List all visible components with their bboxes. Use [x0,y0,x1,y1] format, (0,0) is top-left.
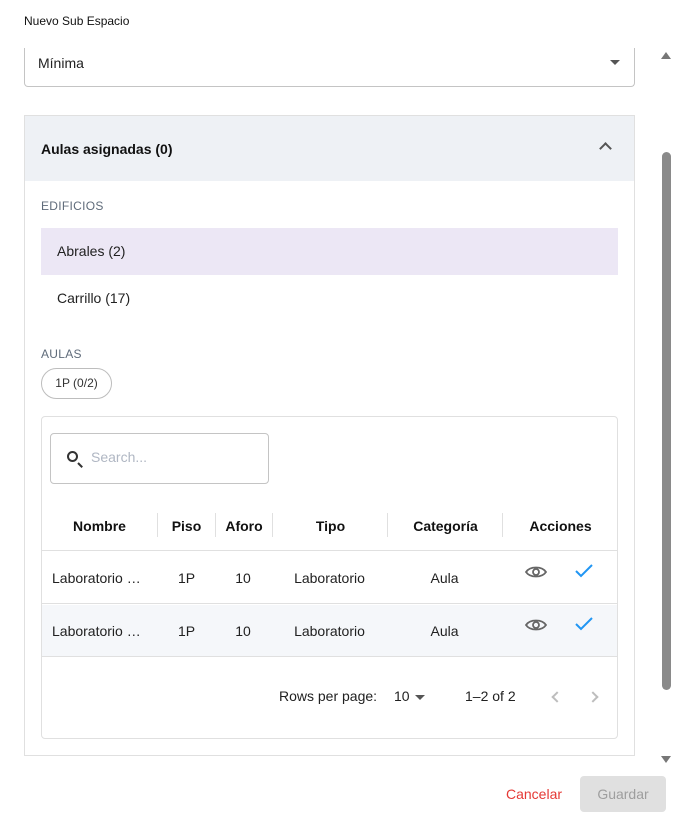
dialog-actions: Cancelar Guardar [0,768,676,816]
floor-chip[interactable]: 1P (0/2) [41,368,112,399]
scroll-up-arrow-icon[interactable] [661,52,671,59]
cancel-button[interactable]: Cancelar [498,776,570,812]
check-icon[interactable] [574,616,594,632]
accordion-header[interactable]: Aulas asignadas (0) [25,116,634,181]
caret-down-icon[interactable] [415,695,425,700]
column-header-aforo[interactable]: Aforo [216,501,272,551]
cell-nombre: Laboratorio … [52,623,141,639]
eye-icon[interactable] [525,618,547,632]
building-item-carrillo[interactable]: Carrillo (17) [41,275,618,322]
table-row[interactable]: Laboratorio … 1P 10 Laboratorio Aula [42,605,617,657]
cell-categoria: Aula [430,623,459,639]
chevron-up-icon[interactable] [599,142,612,155]
check-icon[interactable] [574,563,594,579]
aulas-table: Nombre Piso Aforo Tipo Categoría Accione… [41,416,618,739]
column-header-tipo[interactable]: Tipo [273,501,388,551]
cell-aforo: 10 [235,623,251,639]
column-header-acciones: Acciones [529,518,592,534]
cell-piso: 1P [177,570,196,586]
pagination: Rows per page: 10 1–2 of 2 [42,667,617,727]
cell-categoria: Aula [430,570,459,586]
aulas-label: AULAS [41,347,82,361]
scroll-down-arrow-icon[interactable] [661,756,671,763]
aulas-accordion: Aulas asignadas (0) EDIFICIOS Abrales (2… [24,115,635,756]
level-select-value: Mínima [38,55,84,71]
cell-piso: 1P [177,623,196,639]
cell-tipo: Laboratorio [294,623,365,639]
accordion-title: Aulas asignadas (0) [41,141,173,157]
rows-per-page-label: Rows per page: [279,688,378,704]
search-input[interactable] [91,449,251,465]
dialog-content: Mínima Aulas asignadas (0) EDIFICIOS Abr… [0,48,660,768]
column-header-categoria[interactable]: Categoría [388,501,503,551]
buildings-label: EDIFICIOS [41,199,104,213]
column-header-piso[interactable]: Piso [158,501,215,551]
level-select[interactable]: Mínima [24,48,635,87]
search-icon [67,451,78,462]
chevron-left-icon[interactable] [551,691,563,703]
page-range: 1–2 of 2 [465,688,516,704]
table-row[interactable]: Laboratorio … 1P 10 Laboratorio Aula [42,552,617,604]
chevron-right-icon[interactable] [587,691,599,703]
eye-icon[interactable] [525,565,547,579]
dialog-title: Nuevo Sub Espacio [24,14,130,28]
save-button[interactable]: Guardar [580,776,666,812]
caret-down-icon [610,60,620,65]
building-item-abrales[interactable]: Abrales (2) [41,228,618,275]
rows-per-page-select[interactable]: 10 [394,688,410,704]
scrollbar-thumb[interactable] [662,152,671,690]
search-field[interactable] [50,433,269,484]
cell-nombre: Laboratorio … [52,570,141,586]
building-item-label: Carrillo (17) [57,290,131,306]
cell-aforo: 10 [235,570,251,586]
building-item-label: Abrales (2) [57,243,126,259]
cell-tipo: Laboratorio [294,570,365,586]
column-header-nombre[interactable]: Nombre [42,501,157,551]
table-header: Nombre Piso Aforo Tipo Categoría Accione… [42,501,617,551]
